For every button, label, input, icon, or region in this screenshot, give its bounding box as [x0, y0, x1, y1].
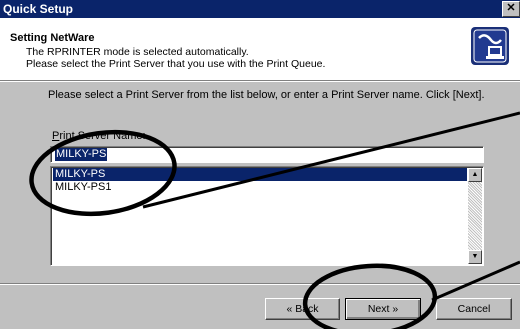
header-title: Setting NetWare [10, 32, 95, 44]
close-button[interactable]: ✕ [502, 1, 520, 17]
printer-network-icon [471, 27, 509, 65]
next-button[interactable]: Next » [345, 298, 421, 320]
window-title: Quick Setup [3, 2, 74, 16]
header-description-line2: Please select the Print Server that you … [26, 58, 326, 70]
scroll-down-button[interactable]: ▼ [468, 250, 482, 264]
wizard-header: Setting NetWare The RPRINTER mode is sel… [0, 18, 520, 81]
list-item[interactable]: MILKY-PS [53, 168, 467, 181]
print-server-name-input[interactable]: MILKY-PS [50, 146, 484, 163]
back-button[interactable]: « Back [265, 298, 340, 320]
scroll-up-button[interactable]: ▲ [468, 168, 482, 182]
title-bar: Quick Setup ✕ [0, 0, 520, 18]
print-server-name-label: Print Server Name: [52, 130, 146, 142]
header-description-line1: The RPRINTER mode is selected automatica… [26, 46, 249, 58]
list-item[interactable]: MILKY-PS1 [53, 181, 467, 194]
instruction-text: Please select a Print Server from the li… [48, 89, 485, 101]
print-server-list[interactable]: MILKY-PS MILKY-PS1 ▲ ▼ [50, 166, 484, 266]
cancel-button[interactable]: Cancel [436, 298, 512, 320]
print-server-name-value: MILKY-PS [55, 148, 108, 161]
list-scrollbar[interactable]: ▲ ▼ [468, 168, 482, 264]
quick-setup-dialog: Quick Setup ✕ Setting NetWare The RPRINT… [0, 0, 520, 329]
